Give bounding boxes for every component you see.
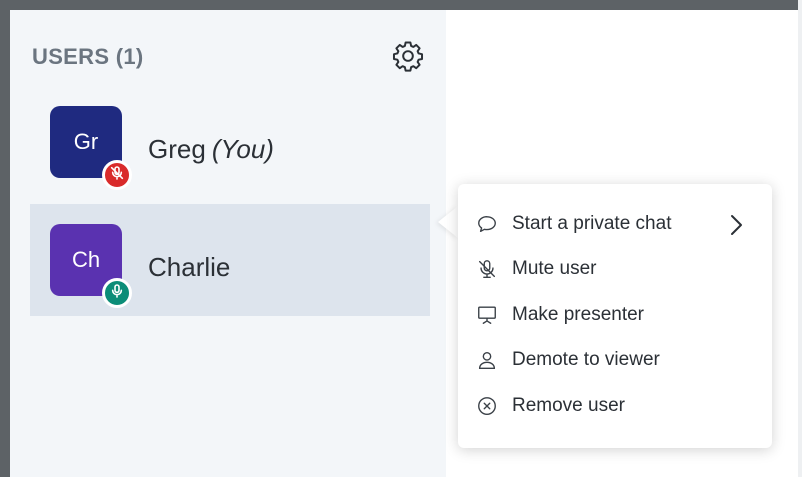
menu-item-start-private-chat[interactable]: Start a private chat [474,206,764,242]
avatar-initials: Gr [73,129,99,154]
mic-status-badge [102,160,132,190]
window-frame-left [0,0,10,477]
users-panel: USERS (1) Gr Greg (You) Ch Charlie [10,10,446,477]
microphone-off-icon [109,165,125,186]
chat-bubble-icon [474,211,500,237]
menu-item-label: Mute user [512,258,597,279]
you-tag: (You) [211,134,274,164]
menu-item-remove-user[interactable]: Remove user [474,388,764,424]
gear-icon [391,39,425,78]
users-panel-title: USERS (1) [32,44,144,69]
context-menu-pointer [438,206,458,238]
menu-item-make-presenter[interactable]: Make presenter [474,297,764,333]
mic-status-badge [102,278,132,308]
menu-item-label: Start a private chat [512,213,672,234]
window-frame-top [0,0,802,10]
user-options-button[interactable] [388,38,428,78]
microphone-icon [109,283,125,304]
menu-item-label: Demote to viewer [512,349,660,370]
avatar-initials: Ch [71,247,101,272]
menu-item-label: Remove user [512,395,625,416]
user-name: Greg (You) [148,134,274,165]
menu-item-label: Make presenter [512,304,645,325]
presentation-icon [474,302,500,328]
user-name: Charlie [148,252,230,283]
menu-item-demote-to-viewer[interactable]: Demote to viewer [474,342,764,378]
remove-circle-icon [474,393,500,419]
window-frame-right [798,0,802,477]
menu-item-mute-user[interactable]: Mute user [474,251,764,287]
user-list-item-greg[interactable]: Gr Greg (You) [30,98,430,210]
chevron-right-icon [726,212,746,243]
user-icon [474,347,500,373]
user-name-text: Greg [148,134,206,164]
user-list-item-charlie[interactable]: Ch Charlie [30,204,430,316]
user-name-text: Charlie [148,252,231,282]
microphone-off-icon [474,256,500,282]
user-context-menu: Start a private chat Mute user Make pres… [458,184,772,448]
